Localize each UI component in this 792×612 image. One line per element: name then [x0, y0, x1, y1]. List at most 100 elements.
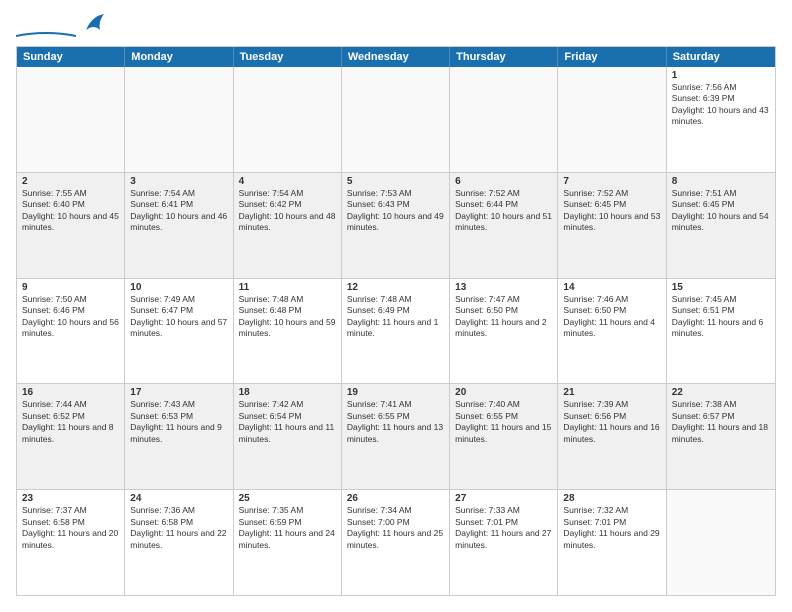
- day-number: 6: [455, 176, 552, 187]
- header-day-thursday: Thursday: [450, 47, 558, 67]
- header-day-sunday: Sunday: [17, 47, 125, 67]
- calendar-empty-cell: [558, 67, 666, 172]
- calendar-day-1: 1Sunrise: 7:56 AM Sunset: 6:39 PM Daylig…: [667, 67, 775, 172]
- day-number: 9: [22, 282, 119, 293]
- calendar-day-24: 24Sunrise: 7:36 AM Sunset: 6:58 PM Dayli…: [125, 490, 233, 595]
- calendar-day-9: 9Sunrise: 7:50 AM Sunset: 6:46 PM Daylig…: [17, 279, 125, 384]
- calendar-day-12: 12Sunrise: 7:48 AM Sunset: 6:49 PM Dayli…: [342, 279, 450, 384]
- day-info: Sunrise: 7:56 AM Sunset: 6:39 PM Dayligh…: [672, 82, 770, 128]
- day-number: 27: [455, 493, 552, 504]
- calendar-day-20: 20Sunrise: 7:40 AM Sunset: 6:55 PM Dayli…: [450, 384, 558, 489]
- day-number: 17: [130, 387, 227, 398]
- calendar-body: 1Sunrise: 7:56 AM Sunset: 6:39 PM Daylig…: [17, 67, 775, 595]
- day-info: Sunrise: 7:48 AM Sunset: 6:49 PM Dayligh…: [347, 294, 444, 340]
- calendar-day-19: 19Sunrise: 7:41 AM Sunset: 6:55 PM Dayli…: [342, 384, 450, 489]
- day-info: Sunrise: 7:39 AM Sunset: 6:56 PM Dayligh…: [563, 399, 660, 445]
- calendar: SundayMondayTuesdayWednesdayThursdayFrid…: [16, 46, 776, 596]
- day-info: Sunrise: 7:41 AM Sunset: 6:55 PM Dayligh…: [347, 399, 444, 445]
- day-info: Sunrise: 7:38 AM Sunset: 6:57 PM Dayligh…: [672, 399, 770, 445]
- calendar-week-4: 16Sunrise: 7:44 AM Sunset: 6:52 PM Dayli…: [17, 384, 775, 490]
- header-day-monday: Monday: [125, 47, 233, 67]
- calendar-day-14: 14Sunrise: 7:46 AM Sunset: 6:50 PM Dayli…: [558, 279, 666, 384]
- day-number: 8: [672, 176, 770, 187]
- day-info: Sunrise: 7:47 AM Sunset: 6:50 PM Dayligh…: [455, 294, 552, 340]
- page: SundayMondayTuesdayWednesdayThursdayFrid…: [0, 0, 792, 612]
- calendar-day-16: 16Sunrise: 7:44 AM Sunset: 6:52 PM Dayli…: [17, 384, 125, 489]
- calendar-week-3: 9Sunrise: 7:50 AM Sunset: 6:46 PM Daylig…: [17, 279, 775, 385]
- day-number: 11: [239, 282, 336, 293]
- calendar-empty-cell: [234, 67, 342, 172]
- calendar-header: SundayMondayTuesdayWednesdayThursdayFrid…: [17, 47, 775, 67]
- day-number: 5: [347, 176, 444, 187]
- day-number: 20: [455, 387, 552, 398]
- day-info: Sunrise: 7:48 AM Sunset: 6:48 PM Dayligh…: [239, 294, 336, 340]
- day-number: 24: [130, 493, 227, 504]
- logo: [16, 16, 104, 38]
- day-number: 10: [130, 282, 227, 293]
- calendar-week-1: 1Sunrise: 7:56 AM Sunset: 6:39 PM Daylig…: [17, 67, 775, 173]
- day-info: Sunrise: 7:42 AM Sunset: 6:54 PM Dayligh…: [239, 399, 336, 445]
- day-info: Sunrise: 7:51 AM Sunset: 6:45 PM Dayligh…: [672, 188, 770, 234]
- calendar-day-8: 8Sunrise: 7:51 AM Sunset: 6:45 PM Daylig…: [667, 173, 775, 278]
- calendar-day-25: 25Sunrise: 7:35 AM Sunset: 6:59 PM Dayli…: [234, 490, 342, 595]
- header: [16, 16, 776, 38]
- day-info: Sunrise: 7:40 AM Sunset: 6:55 PM Dayligh…: [455, 399, 552, 445]
- day-info: Sunrise: 7:54 AM Sunset: 6:42 PM Dayligh…: [239, 188, 336, 234]
- day-info: Sunrise: 7:55 AM Sunset: 6:40 PM Dayligh…: [22, 188, 119, 234]
- calendar-day-17: 17Sunrise: 7:43 AM Sunset: 6:53 PM Dayli…: [125, 384, 233, 489]
- day-number: 2: [22, 176, 119, 187]
- day-info: Sunrise: 7:45 AM Sunset: 6:51 PM Dayligh…: [672, 294, 770, 340]
- calendar-day-3: 3Sunrise: 7:54 AM Sunset: 6:41 PM Daylig…: [125, 173, 233, 278]
- day-number: 14: [563, 282, 660, 293]
- calendar-day-11: 11Sunrise: 7:48 AM Sunset: 6:48 PM Dayli…: [234, 279, 342, 384]
- calendar-empty-cell: [17, 67, 125, 172]
- calendar-day-23: 23Sunrise: 7:37 AM Sunset: 6:58 PM Dayli…: [17, 490, 125, 595]
- calendar-empty-cell: [125, 67, 233, 172]
- day-info: Sunrise: 7:33 AM Sunset: 7:01 PM Dayligh…: [455, 505, 552, 551]
- calendar-day-13: 13Sunrise: 7:47 AM Sunset: 6:50 PM Dayli…: [450, 279, 558, 384]
- calendar-week-5: 23Sunrise: 7:37 AM Sunset: 6:58 PM Dayli…: [17, 490, 775, 595]
- day-number: 18: [239, 387, 336, 398]
- day-number: 1: [672, 70, 770, 81]
- day-info: Sunrise: 7:34 AM Sunset: 7:00 PM Dayligh…: [347, 505, 444, 551]
- header-day-saturday: Saturday: [667, 47, 775, 67]
- header-day-tuesday: Tuesday: [234, 47, 342, 67]
- calendar-day-10: 10Sunrise: 7:49 AM Sunset: 6:47 PM Dayli…: [125, 279, 233, 384]
- calendar-day-27: 27Sunrise: 7:33 AM Sunset: 7:01 PM Dayli…: [450, 490, 558, 595]
- day-number: 15: [672, 282, 770, 293]
- calendar-empty-cell: [450, 67, 558, 172]
- day-info: Sunrise: 7:44 AM Sunset: 6:52 PM Dayligh…: [22, 399, 119, 445]
- calendar-day-22: 22Sunrise: 7:38 AM Sunset: 6:57 PM Dayli…: [667, 384, 775, 489]
- day-number: 3: [130, 176, 227, 187]
- day-number: 25: [239, 493, 336, 504]
- calendar-day-2: 2Sunrise: 7:55 AM Sunset: 6:40 PM Daylig…: [17, 173, 125, 278]
- day-info: Sunrise: 7:49 AM Sunset: 6:47 PM Dayligh…: [130, 294, 227, 340]
- day-number: 21: [563, 387, 660, 398]
- day-info: Sunrise: 7:52 AM Sunset: 6:45 PM Dayligh…: [563, 188, 660, 234]
- day-info: Sunrise: 7:37 AM Sunset: 6:58 PM Dayligh…: [22, 505, 119, 551]
- calendar-day-5: 5Sunrise: 7:53 AM Sunset: 6:43 PM Daylig…: [342, 173, 450, 278]
- day-info: Sunrise: 7:52 AM Sunset: 6:44 PM Dayligh…: [455, 188, 552, 234]
- calendar-day-28: 28Sunrise: 7:32 AM Sunset: 7:01 PM Dayli…: [558, 490, 666, 595]
- header-day-friday: Friday: [558, 47, 666, 67]
- day-number: 22: [672, 387, 770, 398]
- day-number: 26: [347, 493, 444, 504]
- day-info: Sunrise: 7:50 AM Sunset: 6:46 PM Dayligh…: [22, 294, 119, 340]
- calendar-day-26: 26Sunrise: 7:34 AM Sunset: 7:00 PM Dayli…: [342, 490, 450, 595]
- day-number: 13: [455, 282, 552, 293]
- day-info: Sunrise: 7:32 AM Sunset: 7:01 PM Dayligh…: [563, 505, 660, 551]
- day-info: Sunrise: 7:35 AM Sunset: 6:59 PM Dayligh…: [239, 505, 336, 551]
- calendar-day-15: 15Sunrise: 7:45 AM Sunset: 6:51 PM Dayli…: [667, 279, 775, 384]
- calendar-day-4: 4Sunrise: 7:54 AM Sunset: 6:42 PM Daylig…: [234, 173, 342, 278]
- day-number: 16: [22, 387, 119, 398]
- day-number: 4: [239, 176, 336, 187]
- day-number: 7: [563, 176, 660, 187]
- logo-bird-icon: [78, 12, 104, 38]
- day-info: Sunrise: 7:43 AM Sunset: 6:53 PM Dayligh…: [130, 399, 227, 445]
- day-number: 23: [22, 493, 119, 504]
- calendar-empty-cell: [667, 490, 775, 595]
- day-info: Sunrise: 7:46 AM Sunset: 6:50 PM Dayligh…: [563, 294, 660, 340]
- day-number: 19: [347, 387, 444, 398]
- header-day-wednesday: Wednesday: [342, 47, 450, 67]
- day-number: 28: [563, 493, 660, 504]
